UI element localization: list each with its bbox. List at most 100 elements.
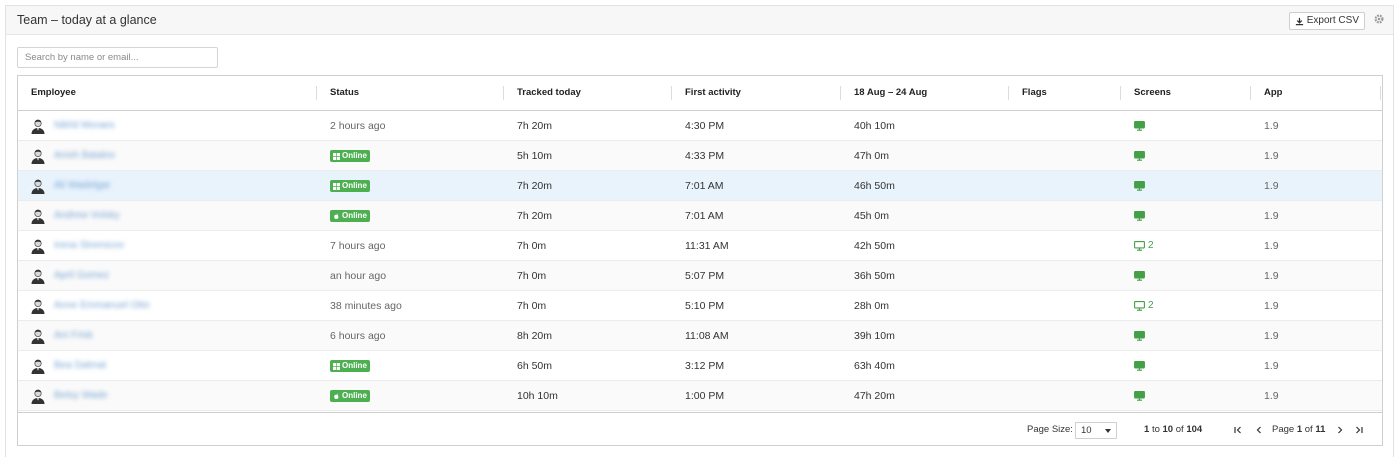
monitor-icon: [1134, 391, 1145, 401]
screens-link[interactable]: [1134, 271, 1145, 281]
tracked-cell: 7h 20m: [517, 120, 553, 132]
screens-link[interactable]: [1134, 151, 1145, 161]
tracked-cell: 7h 0m: [517, 300, 547, 312]
screens-link[interactable]: [1134, 121, 1145, 131]
table-row[interactable]: Nikhil Moraes 2 hours ago 7h 20m 4:30 PM 40h…: [18, 111, 1382, 141]
table-row[interactable]: Anish Batalov Online 5h 10m 4:33 PM 47h 0m 1.…: [18, 141, 1382, 171]
apple-icon: [334, 393, 339, 399]
export-csv-label: Export CSV: [1306, 15, 1359, 26]
status-cell: an hour ago: [330, 270, 387, 282]
avatar: [31, 359, 45, 374]
screens-link[interactable]: [1134, 391, 1145, 401]
employee-name[interactable]: Betsy Wade: [54, 381, 108, 411]
gear-icon[interactable]: [1373, 13, 1385, 25]
tracked-cell: 7h 20m: [517, 210, 553, 222]
col-first-activity[interactable]: First activity: [685, 76, 741, 110]
monitor-icon: [1134, 241, 1145, 251]
avatar: [31, 149, 45, 164]
employee-name[interactable]: Anish Batalov: [54, 141, 115, 171]
avatar: [31, 389, 45, 404]
avatar: [31, 269, 45, 284]
employee-name[interactable]: Irena Stremicov: [54, 231, 124, 261]
screens-link[interactable]: 2: [1134, 291, 1154, 321]
avatar: [31, 299, 45, 314]
table-row[interactable]: Ani Frisk 6 hours ago 8h 20m 11:08 AM 39h 10…: [18, 321, 1382, 351]
avatar: [31, 179, 45, 194]
status-cell: 38 minutes ago: [330, 300, 402, 312]
first-activity-cell: 1:00 PM: [685, 390, 725, 402]
app-version-cell: 1.9: [1264, 180, 1279, 192]
screens-link[interactable]: [1134, 361, 1145, 371]
tracked-cell: 6h 50m: [517, 360, 553, 372]
next-page-icon[interactable]: [1335, 425, 1345, 435]
online-badge: Online: [330, 150, 370, 163]
tracked-cell: 5h 10m: [517, 150, 553, 162]
last-page-icon[interactable]: [1354, 425, 1364, 435]
avatar: [31, 209, 45, 224]
monitor-icon: [1134, 211, 1145, 221]
screens-cell: 2: [1134, 291, 1154, 321]
table-row[interactable]: Irena Stremicov 7 hours ago 7h 0m 11:31 AM 4…: [18, 231, 1382, 261]
col-screens[interactable]: Screens: [1134, 76, 1171, 110]
download-icon: [1295, 17, 1303, 25]
search-input[interactable]: [17, 47, 218, 68]
prev-page-icon[interactable]: [1254, 425, 1264, 435]
table-row[interactable]: Andrew Volsky Online 7h 20m 7:01 AM 45h 0m 1.…: [18, 201, 1382, 231]
app-version-cell: 1.9: [1264, 240, 1279, 252]
screens-link[interactable]: [1134, 331, 1145, 341]
row-range: 1 to 10 of 104: [1144, 424, 1203, 435]
first-activity-cell: 11:08 AM: [685, 330, 729, 342]
week-total-cell: 39h 10m: [854, 330, 895, 342]
monitor-icon: [1134, 361, 1145, 371]
col-flags[interactable]: Flags: [1022, 76, 1047, 110]
monitor-icon: [1134, 181, 1145, 191]
col-app[interactable]: App: [1264, 76, 1282, 110]
screens-link[interactable]: 2: [1134, 231, 1154, 261]
screens-cell: 2: [1134, 231, 1154, 261]
monitor-icon: [1134, 121, 1145, 131]
first-activity-cell: 7:01 AM: [685, 180, 724, 192]
screens-cell: [1134, 261, 1145, 291]
panel-title: Team – today at a glance: [17, 13, 157, 27]
screens-cell: [1134, 171, 1145, 201]
windows-icon: [333, 362, 340, 370]
pagination-bar: Page Size: 10 1 to 10 of 104 Page 1 of 1…: [18, 412, 1382, 446]
first-page-icon[interactable]: [1233, 425, 1243, 435]
page-size-value: 10: [1081, 425, 1092, 436]
app-version-cell: 1.9: [1264, 300, 1279, 312]
screens-cell: [1134, 381, 1145, 411]
page-indicator: Page 1 of 11: [1272, 424, 1326, 435]
employee-name[interactable]: Ali Wadelgar: [54, 171, 110, 201]
col-week[interactable]: 18 Aug – 24 Aug: [854, 76, 927, 110]
screens-link[interactable]: [1134, 211, 1145, 221]
table-row[interactable]: Bea Dalmat Online 6h 50m 3:12 PM 63h 40m 1.9: [18, 351, 1382, 381]
team-panel: Team – today at a glance Export CSV Empl…: [5, 5, 1394, 457]
screens-link[interactable]: [1134, 181, 1145, 191]
monitor-icon: [1134, 271, 1145, 281]
table-row[interactable]: April Gomez an hour ago 7h 0m 5:07 PM 36h 50…: [18, 261, 1382, 291]
employee-name[interactable]: Bea Dalmat: [54, 351, 106, 381]
app-version-cell: 1.9: [1264, 120, 1279, 132]
col-tracked-today[interactable]: Tracked today: [517, 76, 581, 110]
table-row[interactable]: Betsy Wade Online 10h 10m 1:00 PM 47h 20m 1.9: [18, 381, 1382, 411]
panel-header: Team – today at a glance Export CSV: [6, 6, 1393, 35]
export-csv-button[interactable]: Export CSV: [1288, 12, 1365, 30]
app-version-cell: 1.9: [1264, 150, 1279, 162]
employee-name[interactable]: Andrew Volsky: [54, 201, 120, 231]
table-row[interactable]: Anne Emmanuel Otto 38 minutes ago 7h 0m 5:1…: [18, 291, 1382, 321]
avatar: [31, 119, 45, 134]
monitor-icon: [1134, 331, 1145, 341]
col-employee[interactable]: Employee: [31, 76, 76, 110]
page-size-select[interactable]: 10: [1075, 422, 1117, 439]
col-status[interactable]: Status: [330, 76, 359, 110]
table-row[interactable]: Ali Wadelgar Online 7h 20m 7:01 AM 46h 50m 1.…: [18, 171, 1382, 201]
week-total-cell: 47h 0m: [854, 150, 890, 162]
apple-icon: [334, 213, 339, 219]
employee-name[interactable]: April Gomez: [54, 261, 109, 291]
employee-name[interactable]: Anne Emmanuel Otto: [54, 291, 150, 321]
chevron-down-icon: [1105, 429, 1111, 433]
employee-name[interactable]: Nikhil Moraes: [54, 111, 115, 141]
first-activity-cell: 7:01 AM: [685, 210, 724, 222]
employee-name[interactable]: Ani Frisk: [54, 321, 93, 351]
online-badge: Online: [330, 180, 370, 193]
